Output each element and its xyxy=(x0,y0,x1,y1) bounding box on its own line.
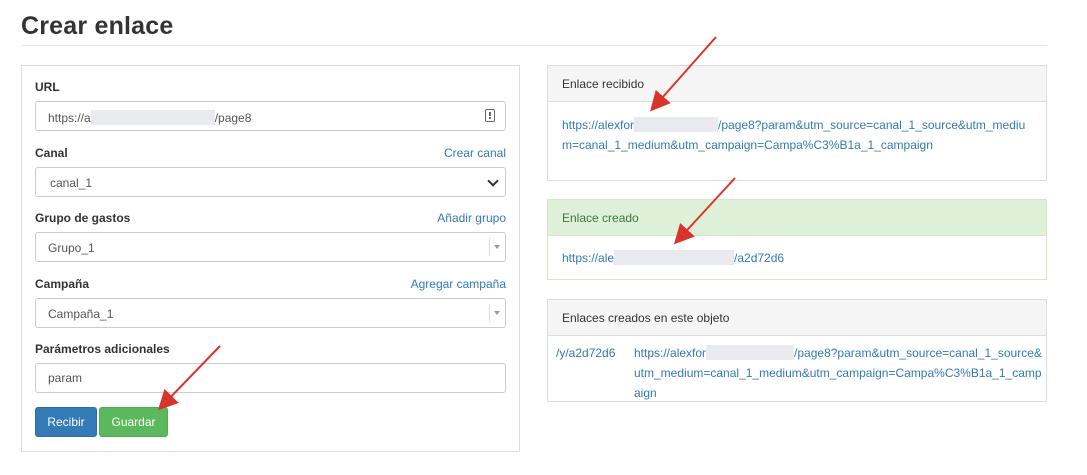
title-divider xyxy=(21,45,1047,46)
full-link-cell: https://alexfor/page8?param&utm_source=c… xyxy=(634,343,1044,403)
canal-label: Canal xyxy=(35,146,68,160)
caret-down-icon xyxy=(494,311,500,315)
recibir-button[interactable]: Recibir xyxy=(35,407,97,437)
grupo-select[interactable]: Grupo_1 xyxy=(35,232,506,262)
created-link-body: https://ale/a2d72d6 xyxy=(548,236,1046,282)
full-link[interactable]: https://alexfor/page8?param&utm_source=c… xyxy=(634,345,1042,400)
guardar-button[interactable]: Guardar xyxy=(99,407,168,437)
url-field[interactable]: https://a/page8 xyxy=(35,101,506,131)
add-campaign-link[interactable]: Agregar campaña xyxy=(411,277,506,291)
create-link-form: URL https://a/page8 Canal Crear canal ca… xyxy=(21,65,520,452)
url-value: https://a/page8 xyxy=(48,110,252,125)
created-link[interactable]: https://ale/a2d72d6 xyxy=(562,250,784,265)
add-group-link[interactable]: Añadir grupo xyxy=(437,211,506,225)
select-divider xyxy=(489,238,490,256)
created-link-header: Enlace creado xyxy=(548,200,1046,236)
object-links-panel: Enlaces creados en este objeto /y/a2d72d… xyxy=(547,299,1047,402)
created-link-panel: Enlace creado https://ale/a2d72d6 xyxy=(547,199,1047,280)
redacted-block xyxy=(90,110,215,125)
campana-select[interactable]: Campaña_1 xyxy=(35,298,506,328)
object-links-header: Enlaces creados en este objeto xyxy=(548,300,1046,336)
params-field[interactable] xyxy=(35,363,506,393)
short-link[interactable]: /y/a2d72d6 xyxy=(556,343,615,363)
page-title: Crear enlace xyxy=(21,12,174,40)
campana-label: Campaña xyxy=(35,277,90,291)
chevron-down-icon xyxy=(487,175,499,187)
url-label: URL xyxy=(35,80,60,94)
received-link-panel: Enlace recibido https://alexfor/page8?pa… xyxy=(547,65,1047,181)
contact-card-icon[interactable] xyxy=(485,109,495,122)
grupo-select-value: Grupo_1 xyxy=(48,241,95,255)
redacted-block xyxy=(634,117,719,132)
create-canal-link[interactable]: Crear canal xyxy=(444,146,506,160)
redacted-block xyxy=(614,250,735,265)
params-input[interactable] xyxy=(48,371,488,385)
select-divider xyxy=(489,304,490,322)
grupo-label: Grupo de gastos xyxy=(35,211,131,225)
object-links-row: /y/a2d72d6 https://alexfor/page8?param&u… xyxy=(548,336,1046,403)
canal-select-value: canal_1 xyxy=(50,176,93,190)
campana-select-value: Campaña_1 xyxy=(48,307,114,321)
canal-select[interactable]: canal_1 xyxy=(35,167,506,197)
received-link-body: https://alexfor/page8?param&utm_source=c… xyxy=(548,102,1046,169)
redacted-block xyxy=(706,345,795,360)
received-link[interactable]: https://alexfor/page8?param&utm_source=c… xyxy=(562,117,1025,152)
caret-down-icon xyxy=(494,245,500,249)
params-label: Parámetros adicionales xyxy=(35,342,170,356)
received-link-header: Enlace recibido xyxy=(548,66,1046,102)
